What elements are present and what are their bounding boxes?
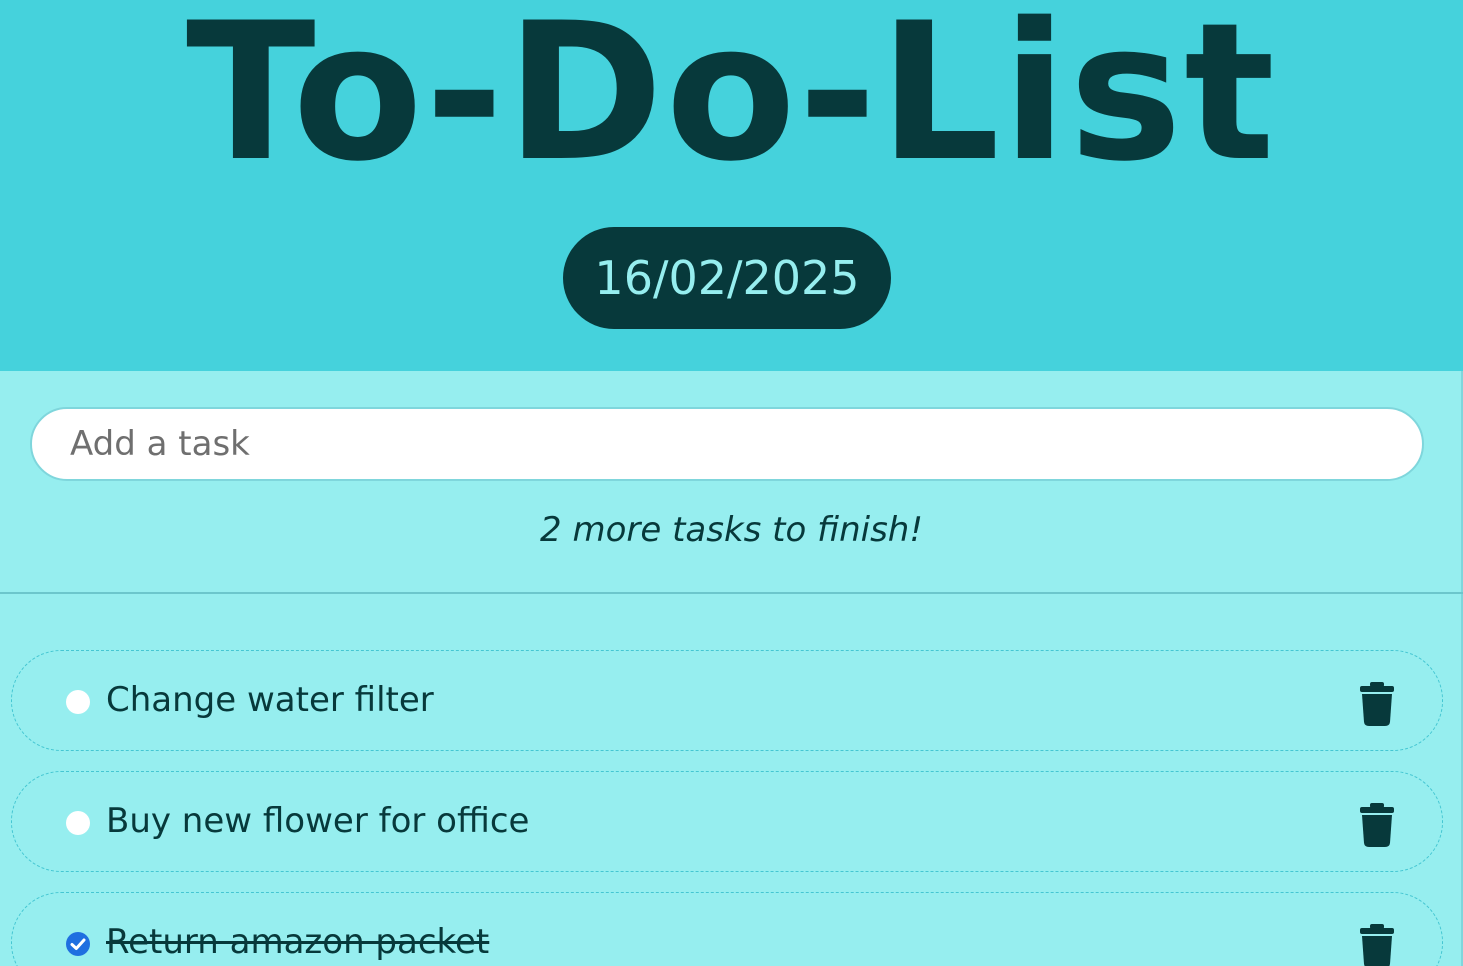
task-label[interactable]: Change water filter — [106, 651, 434, 750]
task-label[interactable]: Return amazon packet — [106, 893, 489, 966]
trash-icon[interactable] — [1358, 803, 1396, 847]
circle-icon[interactable] — [66, 690, 90, 714]
circle-icon[interactable] — [66, 811, 90, 835]
task-list: Change water filter Buy new flower for o… — [11, 650, 1443, 966]
task-item: Return amazon packet — [11, 892, 1443, 966]
divider — [0, 592, 1463, 594]
checkmark-icon — [70, 938, 86, 950]
trash-icon[interactable] — [1358, 924, 1396, 966]
trash-icon[interactable] — [1358, 682, 1396, 726]
remaining-tasks-text: 2 more tasks to finish! — [540, 510, 923, 550]
check-circle-icon[interactable] — [66, 932, 90, 956]
task-item: Buy new flower for office — [11, 771, 1443, 872]
date-badge: 16/02/2025 — [563, 227, 891, 329]
header: To-Do-List 16/02/2025 — [0, 0, 1463, 371]
task-label[interactable]: Buy new flower for office — [106, 772, 529, 871]
page-title: To-Do-List — [186, 0, 1277, 203]
task-item: Change water filter — [11, 650, 1443, 751]
add-task-input[interactable] — [30, 407, 1424, 481]
